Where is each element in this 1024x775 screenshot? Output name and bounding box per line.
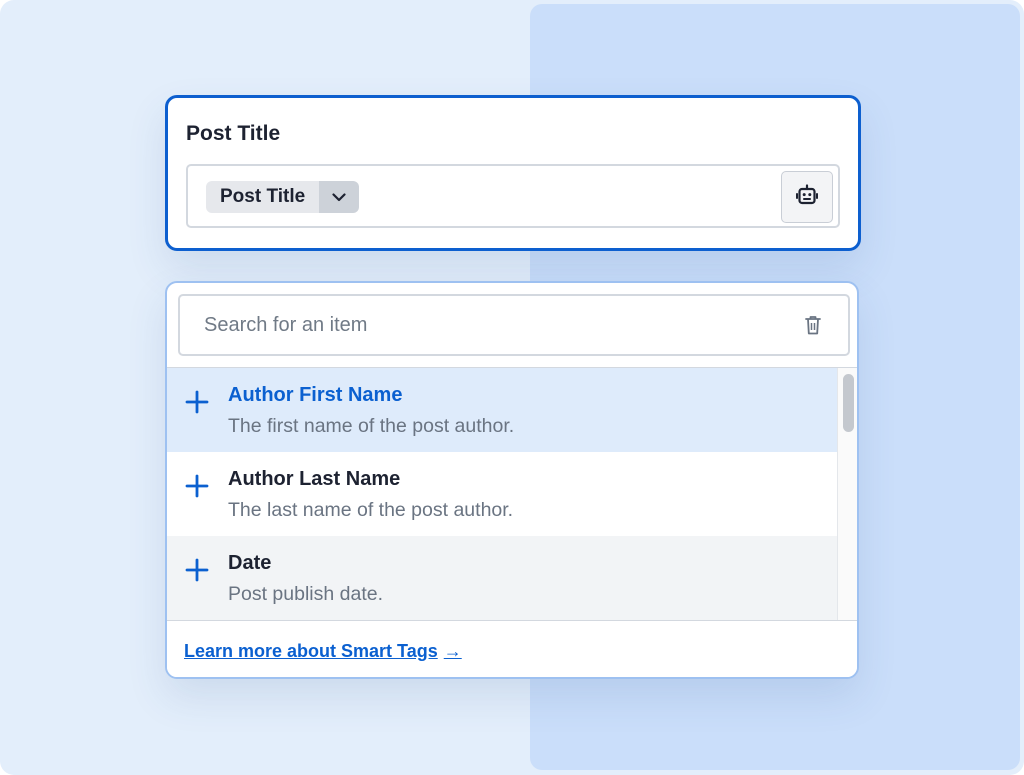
list-item[interactable]: Author First Name The first name of the … bbox=[167, 368, 837, 452]
item-name: Date bbox=[228, 552, 272, 574]
search-box bbox=[178, 294, 850, 356]
smart-tags-button[interactable] bbox=[781, 171, 833, 223]
learn-more-link[interactable]: Learn more about Smart Tags → bbox=[184, 641, 462, 662]
field-label: Post Title bbox=[186, 122, 281, 145]
item-description: Post publish date. bbox=[228, 583, 384, 605]
post-title-card: Post Title Post Title bbox=[165, 95, 861, 251]
robot-icon bbox=[795, 183, 819, 212]
plus-icon[interactable] bbox=[185, 558, 209, 582]
plus-icon[interactable] bbox=[185, 474, 209, 498]
scrollbar[interactable] bbox=[837, 368, 857, 620]
trash-icon[interactable] bbox=[802, 313, 824, 337]
learn-more-link-text: Learn more about Smart Tags bbox=[184, 641, 438, 661]
list-item[interactable]: Date Post publish date. bbox=[167, 536, 837, 620]
item-name: Author Last Name bbox=[228, 468, 401, 490]
item-description: The first name of the post author. bbox=[228, 415, 515, 437]
item-description: The last name of the post author. bbox=[228, 499, 514, 521]
smart-tags-dropdown: Author First Name The first name of the … bbox=[165, 281, 859, 679]
smart-tags-list-area: Author First Name The first name of the … bbox=[167, 367, 857, 620]
chevron-down-icon[interactable] bbox=[319, 181, 360, 213]
item-name: Author First Name bbox=[228, 384, 403, 406]
plus-icon[interactable] bbox=[185, 390, 209, 414]
smart-tag-chip-label: Post Title bbox=[206, 181, 320, 213]
scrollbar-thumb[interactable] bbox=[843, 374, 854, 432]
dropdown-footer: Learn more about Smart Tags → bbox=[167, 620, 857, 677]
search-input[interactable] bbox=[180, 296, 780, 354]
smart-tags-list: Author First Name The first name of the … bbox=[167, 368, 837, 620]
arrow-right-icon: → bbox=[443, 641, 462, 661]
smart-tag-chip[interactable]: Post Title bbox=[206, 181, 360, 213]
list-item[interactable]: Author Last Name The last name of the po… bbox=[167, 452, 837, 536]
smart-tag-field[interactable]: Post Title bbox=[186, 164, 840, 228]
